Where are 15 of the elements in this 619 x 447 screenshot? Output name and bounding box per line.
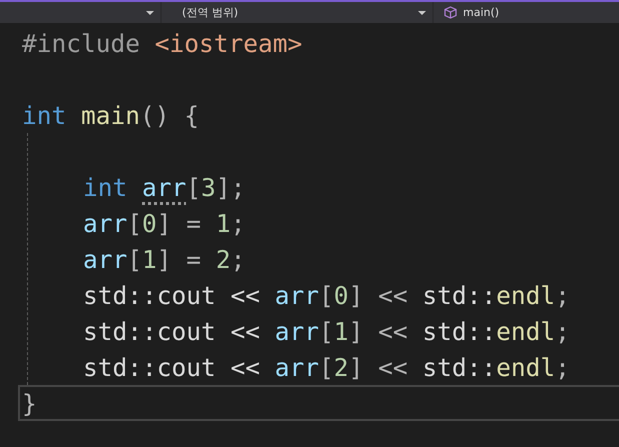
code-line: int arr[3]; [82,172,246,204]
scope-dropdown[interactable]: (전역 범위) [162,2,432,23]
project-dropdown[interactable] [0,2,160,23]
code-line: int main() { [21,100,200,132]
caret-icon [146,10,154,14]
cube-icon [444,6,457,19]
code-line: std::cout << arr[2] << std::endl; [82,352,571,384]
code-line: std::cout << arr[1] << std::endl; [82,316,571,348]
code-line: std::cout << arr[0] << std::endl; [82,280,571,312]
caret-icon [418,10,426,14]
code-line: } [18,385,619,421]
code-line: #include <iostream> [21,28,304,60]
member-dropdown[interactable]: main() [434,2,619,23]
code-line: arr[1] = 2; [82,244,246,276]
code-line: arr[0] = 1; [82,208,246,240]
